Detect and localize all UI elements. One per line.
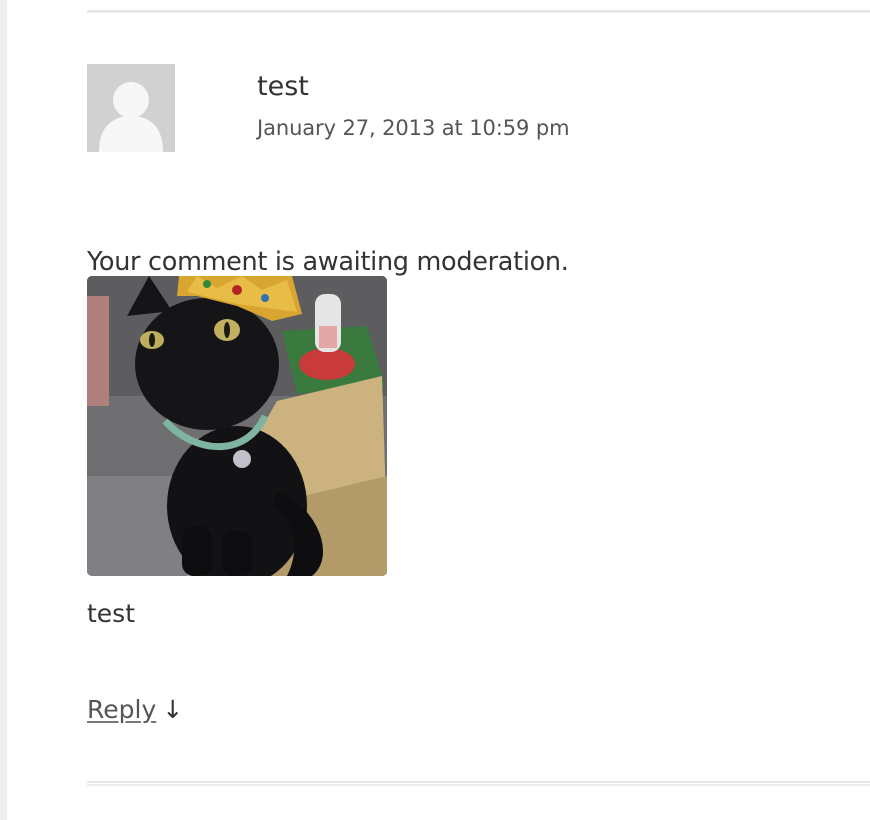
moderation-notice: Your comment is awaiting moderation. bbox=[87, 247, 569, 277]
comment-divider-bottom bbox=[87, 781, 870, 786]
left-border bbox=[0, 0, 7, 820]
reply-link[interactable]: Reply bbox=[87, 695, 156, 724]
cat-photo bbox=[87, 276, 387, 576]
arrow-down-icon[interactable]: ↓ bbox=[162, 695, 183, 724]
comment-divider-top bbox=[87, 10, 870, 13]
avatar bbox=[87, 64, 175, 152]
comment-author: test bbox=[257, 71, 309, 102]
reply-row: Reply ↓ bbox=[87, 693, 183, 727]
comment-image bbox=[87, 276, 387, 576]
default-avatar-icon bbox=[87, 64, 175, 152]
comment-date[interactable]: January 27, 2013 at 10:59 pm bbox=[257, 114, 570, 142]
comment-text: test bbox=[87, 599, 136, 628]
